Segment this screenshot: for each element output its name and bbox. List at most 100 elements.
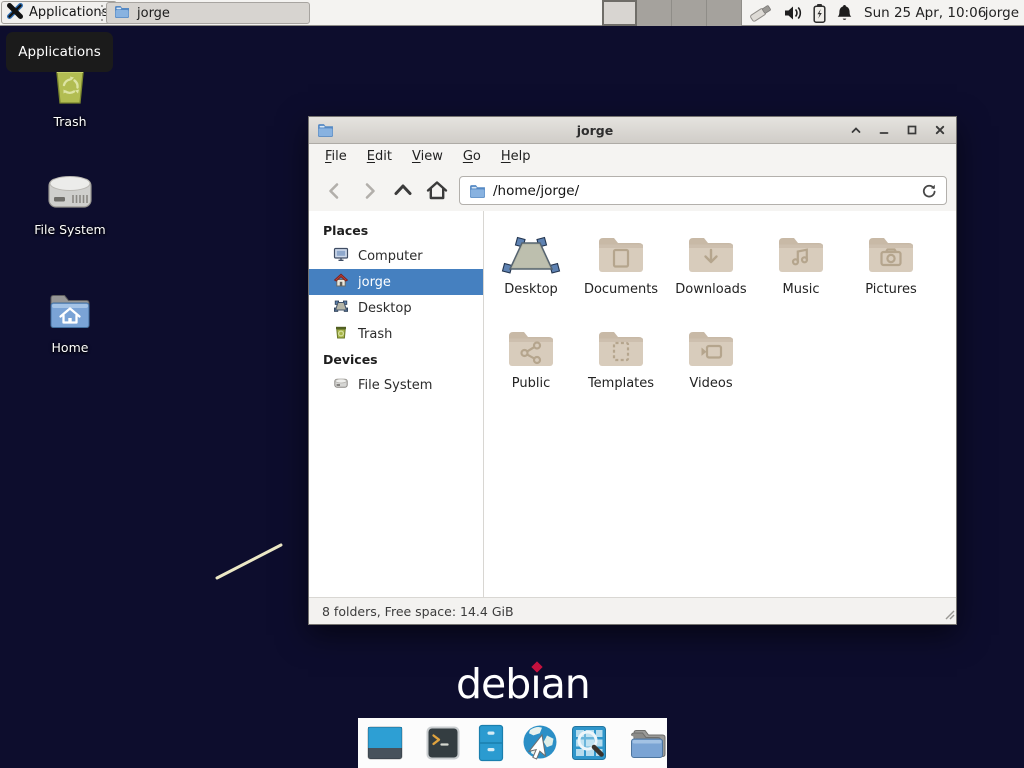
window-titlebar[interactable]: jorge: [309, 117, 956, 144]
sidebar-item-desktop[interactable]: Desktop: [309, 295, 483, 321]
panel-separator-handle[interactable]: [100, 5, 104, 21]
show-desktop-icon[interactable]: [366, 724, 404, 762]
workspace-2[interactable]: [637, 0, 672, 26]
close-button[interactable]: [934, 124, 946, 136]
panel-clock[interactable]: Sun 25 Apr, 10:06: [864, 0, 986, 26]
file-item-videos[interactable]: Videos: [666, 317, 756, 391]
statusbar: 8 folders, Free space: 14.4 GiB: [309, 597, 956, 624]
removable-device-icon[interactable]: [748, 0, 774, 26]
file-item-label: Downloads: [675, 282, 746, 297]
maximize-button[interactable]: [906, 124, 918, 136]
application-finder-icon[interactable]: [570, 724, 608, 762]
workspace-switcher: [602, 0, 742, 26]
folder-icon[interactable]: [628, 725, 668, 761]
folder-public-icon: [504, 317, 558, 371]
sidebar-item-trash[interactable]: Trash: [309, 321, 483, 347]
file-item-label: Music: [783, 282, 820, 297]
file-item-desktop[interactable]: Desktop: [486, 223, 576, 297]
resize-grip[interactable]: [943, 608, 955, 623]
file-item-templates[interactable]: Templates: [576, 317, 666, 391]
folder-pictures-icon: [864, 223, 918, 277]
file-view[interactable]: Desktop Documents: [484, 211, 956, 597]
menu-file[interactable]: File: [315, 144, 357, 170]
reload-button[interactable]: [921, 183, 937, 199]
top-panel: Applications jorge: [0, 0, 1024, 26]
file-item-label: Templates: [588, 376, 654, 391]
sidebar-item-computer[interactable]: Computer: [309, 243, 483, 269]
folder-videos-icon: [684, 317, 738, 371]
taskbar-window-label: jorge: [137, 6, 170, 21]
sidebar-item-label: Trash: [358, 327, 392, 342]
folder-icon: [469, 184, 486, 198]
file-item-label: Pictures: [865, 282, 916, 297]
folder-templates-icon: [594, 317, 648, 371]
folder-downloads-icon: [684, 223, 738, 277]
workspace-4[interactable]: [707, 0, 742, 26]
sidebar-header-places: Places: [309, 218, 483, 243]
menu-go[interactable]: Go: [453, 144, 491, 170]
home-folder-icon: [46, 289, 94, 335]
window-icon: [317, 123, 334, 137]
trash-icon: [333, 324, 349, 344]
file-manager-window: jorge File Edit View Go Help: [308, 116, 957, 625]
sidebar-item-jorge[interactable]: jorge: [309, 269, 483, 295]
dock: [358, 718, 667, 768]
home-button[interactable]: [420, 176, 454, 206]
sidebar-item-file-system[interactable]: File System: [309, 372, 483, 398]
computer-icon: [333, 246, 349, 266]
window-title: jorge: [340, 123, 850, 138]
home-icon: [333, 272, 349, 292]
back-button[interactable]: [318, 176, 352, 206]
file-item-label: Videos: [689, 376, 732, 391]
file-item-documents[interactable]: Documents: [576, 223, 666, 297]
taskbar-window-button[interactable]: jorge: [106, 2, 310, 24]
web-browser-icon[interactable]: [520, 723, 560, 763]
xfce-menu-icon: [6, 2, 24, 24]
sidebar-item-label: Desktop: [358, 301, 412, 316]
sidebar-item-label: Computer: [358, 249, 423, 264]
sidebar: Places Computer: [309, 211, 484, 597]
panel-username[interactable]: jorge: [985, 0, 1019, 26]
minimize-button[interactable]: [878, 124, 890, 136]
battery-charging-icon[interactable]: [812, 0, 827, 26]
file-item-label: Desktop: [504, 282, 558, 297]
folder-icon: [114, 5, 130, 22]
file-item-downloads[interactable]: Downloads: [666, 223, 756, 297]
notifications-bell-icon[interactable]: [836, 0, 853, 26]
terminal-icon[interactable]: [424, 724, 462, 762]
file-item-music[interactable]: Music: [756, 223, 846, 297]
up-button[interactable]: [386, 176, 420, 206]
applications-tooltip: Applications: [6, 32, 113, 72]
desktop-icon: [333, 298, 349, 318]
menubar: File Edit View Go Help: [309, 144, 956, 170]
drive-icon: [333, 375, 349, 395]
desktop-icon-label: File System: [34, 222, 106, 237]
statusbar-text: 8 folders, Free space: 14.4 GiB: [322, 604, 514, 619]
menu-view[interactable]: View: [402, 144, 453, 170]
file-manager-icon[interactable]: [472, 724, 510, 762]
folder-music-icon: [774, 223, 828, 277]
sidebar-header-devices: Devices: [309, 347, 483, 372]
desktop-surface-icon: [499, 223, 563, 277]
menu-help[interactable]: Help: [491, 144, 541, 170]
desktop-icon-home[interactable]: Home: [10, 289, 130, 355]
debian-wordmark: debıan: [456, 660, 590, 708]
file-item-pictures[interactable]: Pictures: [846, 223, 936, 297]
workspace-3[interactable]: [672, 0, 707, 26]
desktop-icon-label: Home: [52, 340, 89, 355]
location-path[interactable]: /home/jorge/: [493, 183, 579, 199]
volume-icon[interactable]: [783, 0, 803, 26]
toolbar: /home/jorge/: [309, 170, 956, 211]
desktop-icon-label: Trash: [53, 114, 86, 129]
file-item-label: Documents: [584, 282, 658, 297]
folder-documents-icon: [594, 223, 648, 277]
hard-drive-icon: [45, 169, 95, 217]
desktop-icon-file-system[interactable]: File System: [10, 169, 130, 237]
workspace-1[interactable]: [602, 0, 637, 26]
file-item-public[interactable]: Public: [486, 317, 576, 391]
sidebar-item-label: jorge: [358, 275, 391, 290]
location-bar[interactable]: /home/jorge/: [459, 176, 947, 205]
shade-button[interactable]: [850, 124, 862, 136]
menu-edit[interactable]: Edit: [357, 144, 402, 170]
forward-button[interactable]: [352, 176, 386, 206]
